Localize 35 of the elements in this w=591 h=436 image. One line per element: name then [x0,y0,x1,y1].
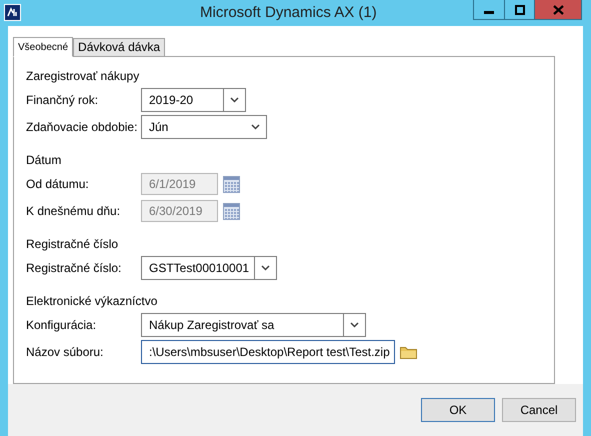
window-title: Microsoft Dynamics AX (1) [200,3,378,23]
minimize-icon [484,11,494,14]
field-label: K dnešnému dňu: [26,203,122,220]
chevron-down-icon [350,322,359,328]
combo-box[interactable]: Nákup Zaregistrovať sa [141,313,366,337]
close-button[interactable] [535,0,582,20]
field-label: Registračné číslo: [26,260,122,277]
calendar-icon[interactable] [223,202,240,220]
tab[interactable]: Dávková dávka [73,38,166,56]
field-label: Finančný rok: [26,92,100,109]
combo-box[interactable]: GSTTest00010001 [141,256,277,280]
close-icon [552,4,564,14]
field-label: Názov súboru: [26,344,104,361]
cancel-button[interactable]: Cancel [502,398,576,422]
minimize-button[interactable] [473,0,505,20]
chevron-down-icon [261,265,270,271]
combo-box[interactable]: 2019-20 [141,88,246,112]
folder-icon[interactable] [400,345,417,359]
maximize-icon [514,4,524,14]
group-heading: Registračné číslo [26,236,120,253]
ok-button[interactable]: OK [421,398,495,422]
field-label: Konfigurácia: [26,317,98,334]
chevron-down-icon [230,97,239,103]
tab[interactable]: Všeobecné [13,37,74,57]
calendar-icon[interactable] [223,176,240,192]
chevron-down-icon [250,124,260,130]
group-heading: Elektronické výkazníctvo [26,293,158,310]
dropdown[interactable]: Jún [141,115,267,139]
field-label: Od dátumu: [26,176,90,193]
field-label: Zdaňovacie obdobie: [26,119,138,136]
maximize-button[interactable] [505,0,535,20]
group-heading: Dátum [26,152,62,169]
group-heading: Zaregistrovať nákupy [26,68,140,85]
file-path-field[interactable]: :\Users\mbsuser\Desktop\Report test\Test.zip [141,340,395,364]
app-icon [4,4,21,21]
